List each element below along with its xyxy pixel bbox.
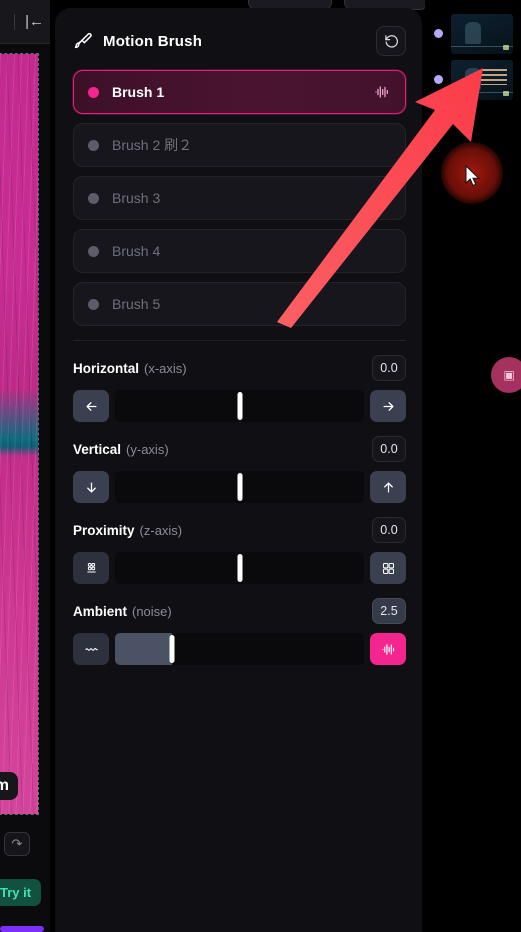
slider-thumb[interactable] [237,392,242,420]
slider-label: Ambient [73,603,127,619]
slider-row [73,552,406,584]
arrow-left-icon [86,401,96,411]
left-toolbar: |← [0,0,50,44]
slider-axis-label: (noise) [132,603,172,619]
slider-axis-label: (z-axis) [139,522,183,538]
brush-row-2[interactable]: Brush 2 刷２ [73,123,406,167]
left-editor-strip: |← om ↷ Try it [0,0,50,932]
slider-axis-label: (y-axis) [126,441,169,457]
slider-track[interactable] [115,552,364,584]
screen-root: |← om ↷ Try it Motion Brush Brush 1Brush… [0,0,521,932]
toolbar-divider [14,13,16,30]
status-dot-icon [434,29,443,38]
slider-row [73,471,406,503]
brush-label: Brush 4 [112,243,161,259]
brush-color-dot [88,298,99,310]
slider-value[interactable]: 0.0 [372,517,406,543]
slider-label: Vertical [73,441,122,457]
brush-label: Brush 2 刷２ [112,137,193,153]
waveform-icon [381,643,394,655]
brush-label: Brush 1 [112,84,165,100]
slider-header: Ambient (noise) 2.5 [73,598,406,624]
mouse-cursor [465,165,480,187]
waveform-icon[interactable] [373,84,391,100]
reset-rotate-ccw-icon [384,34,398,48]
slider-value[interactable]: 2.5 [372,598,406,624]
slider-decrement-button[interactable] [73,633,109,665]
brush-row-4[interactable]: Brush 4 [73,229,406,273]
slider-label: Proximity [73,522,135,538]
list-item[interactable] [425,58,521,102]
brush-row-3[interactable]: Brush 3 [73,176,406,220]
thumbnail-subtitle-lines [481,69,507,85]
brush-label: Brush 5 [112,296,161,312]
collapse-panel-left-icon[interactable]: |← [25,14,44,29]
reset-button[interactable] [376,26,406,56]
slider-group-vertical: Vertical (y-axis) 0.0 [55,422,422,503]
floating-round-badge[interactable]: ▣ [491,357,521,393]
slider-group-ambient: Ambient (noise) 2.5 [55,584,422,665]
slider-value[interactable]: 0.0 [372,436,406,462]
slider-track[interactable] [115,633,364,665]
brush-label: Brush 3 [112,190,161,206]
slider-group-proximity: Proximity (z-axis) 0.0 [55,503,422,584]
slider-increment-button[interactable] [370,552,406,584]
arrow-up-icon [383,482,393,492]
canvas-preview-image[interactable] [0,53,39,815]
slider-group-horizontal: Horizontal (x-axis) 0.0 [55,341,422,422]
page-title: Motion Brush [103,32,203,50]
slider-decrement-button[interactable] [73,552,109,584]
thumbnail-figure [465,22,481,44]
brush-row-5[interactable]: Brush 5 [73,282,406,326]
thumbnail-glow [503,45,509,50]
brush-list: Brush 1 Brush 2 刷２ Brush 3 Brush 4 Brush 5 [55,66,422,326]
slider-increment-button[interactable] [370,633,406,665]
slider-thumb[interactable] [237,473,242,501]
zoom-level-label: om [0,772,18,800]
list-item[interactable] [425,12,521,56]
slider-increment-button[interactable] [370,471,406,503]
slider-thumb[interactable] [237,554,242,582]
thumbnail-glow [503,91,509,96]
paintbrush-icon [74,32,92,49]
try-it-button[interactable]: Try it [0,879,42,906]
motion-brush-panel: Motion Brush Brush 1 Brush 2 刷２ Brush 3 Bru… [55,8,422,932]
slider-decrement-button[interactable] [73,471,109,503]
brush-row-1[interactable]: Brush 1 [73,70,406,114]
arrow-down-icon [86,482,96,492]
left-purple-bar [0,926,44,932]
zoom-out-grid-icon [86,562,96,572]
slider-label: Horizontal [73,360,139,376]
arrow-right-icon [383,401,393,411]
strip-divider [50,0,51,932]
zoom-in-grid-icon [382,562,394,574]
slider-thumb[interactable] [169,635,175,663]
status-dot-icon [434,75,443,84]
video-thumbnail-1[interactable] [451,14,513,54]
slider-header: Proximity (z-axis) 0.0 [73,517,406,543]
slider-row [73,390,406,422]
slider-header: Vertical (y-axis) 0.0 [73,436,406,462]
slider-header: Horizontal (x-axis) 0.0 [73,355,406,381]
redo-icon[interactable]: ↷ [4,832,30,856]
slider-track[interactable] [115,471,364,503]
slider-row [73,633,406,665]
brush-color-dot [88,86,99,98]
slider-axis-label: (x-axis) [144,360,187,376]
brush-color-dot [88,192,99,204]
slider-track[interactable] [115,390,364,422]
panel-header: Motion Brush [55,8,422,66]
video-thumbnail-2[interactable] [451,60,513,100]
wave-line-icon [84,647,98,651]
thumbnail-rail [425,0,521,932]
slider-fill [115,633,173,665]
slider-value[interactable]: 0.0 [372,355,406,381]
slider-increment-button[interactable] [370,390,406,422]
slider-decrement-button[interactable] [73,390,109,422]
brush-color-dot [88,139,99,151]
slider-section: Horizontal (x-axis) 0.0 Vertical (y-axis) 0.0… [55,341,422,665]
thumbnail-figure [465,68,481,90]
brush-color-dot [88,245,99,257]
